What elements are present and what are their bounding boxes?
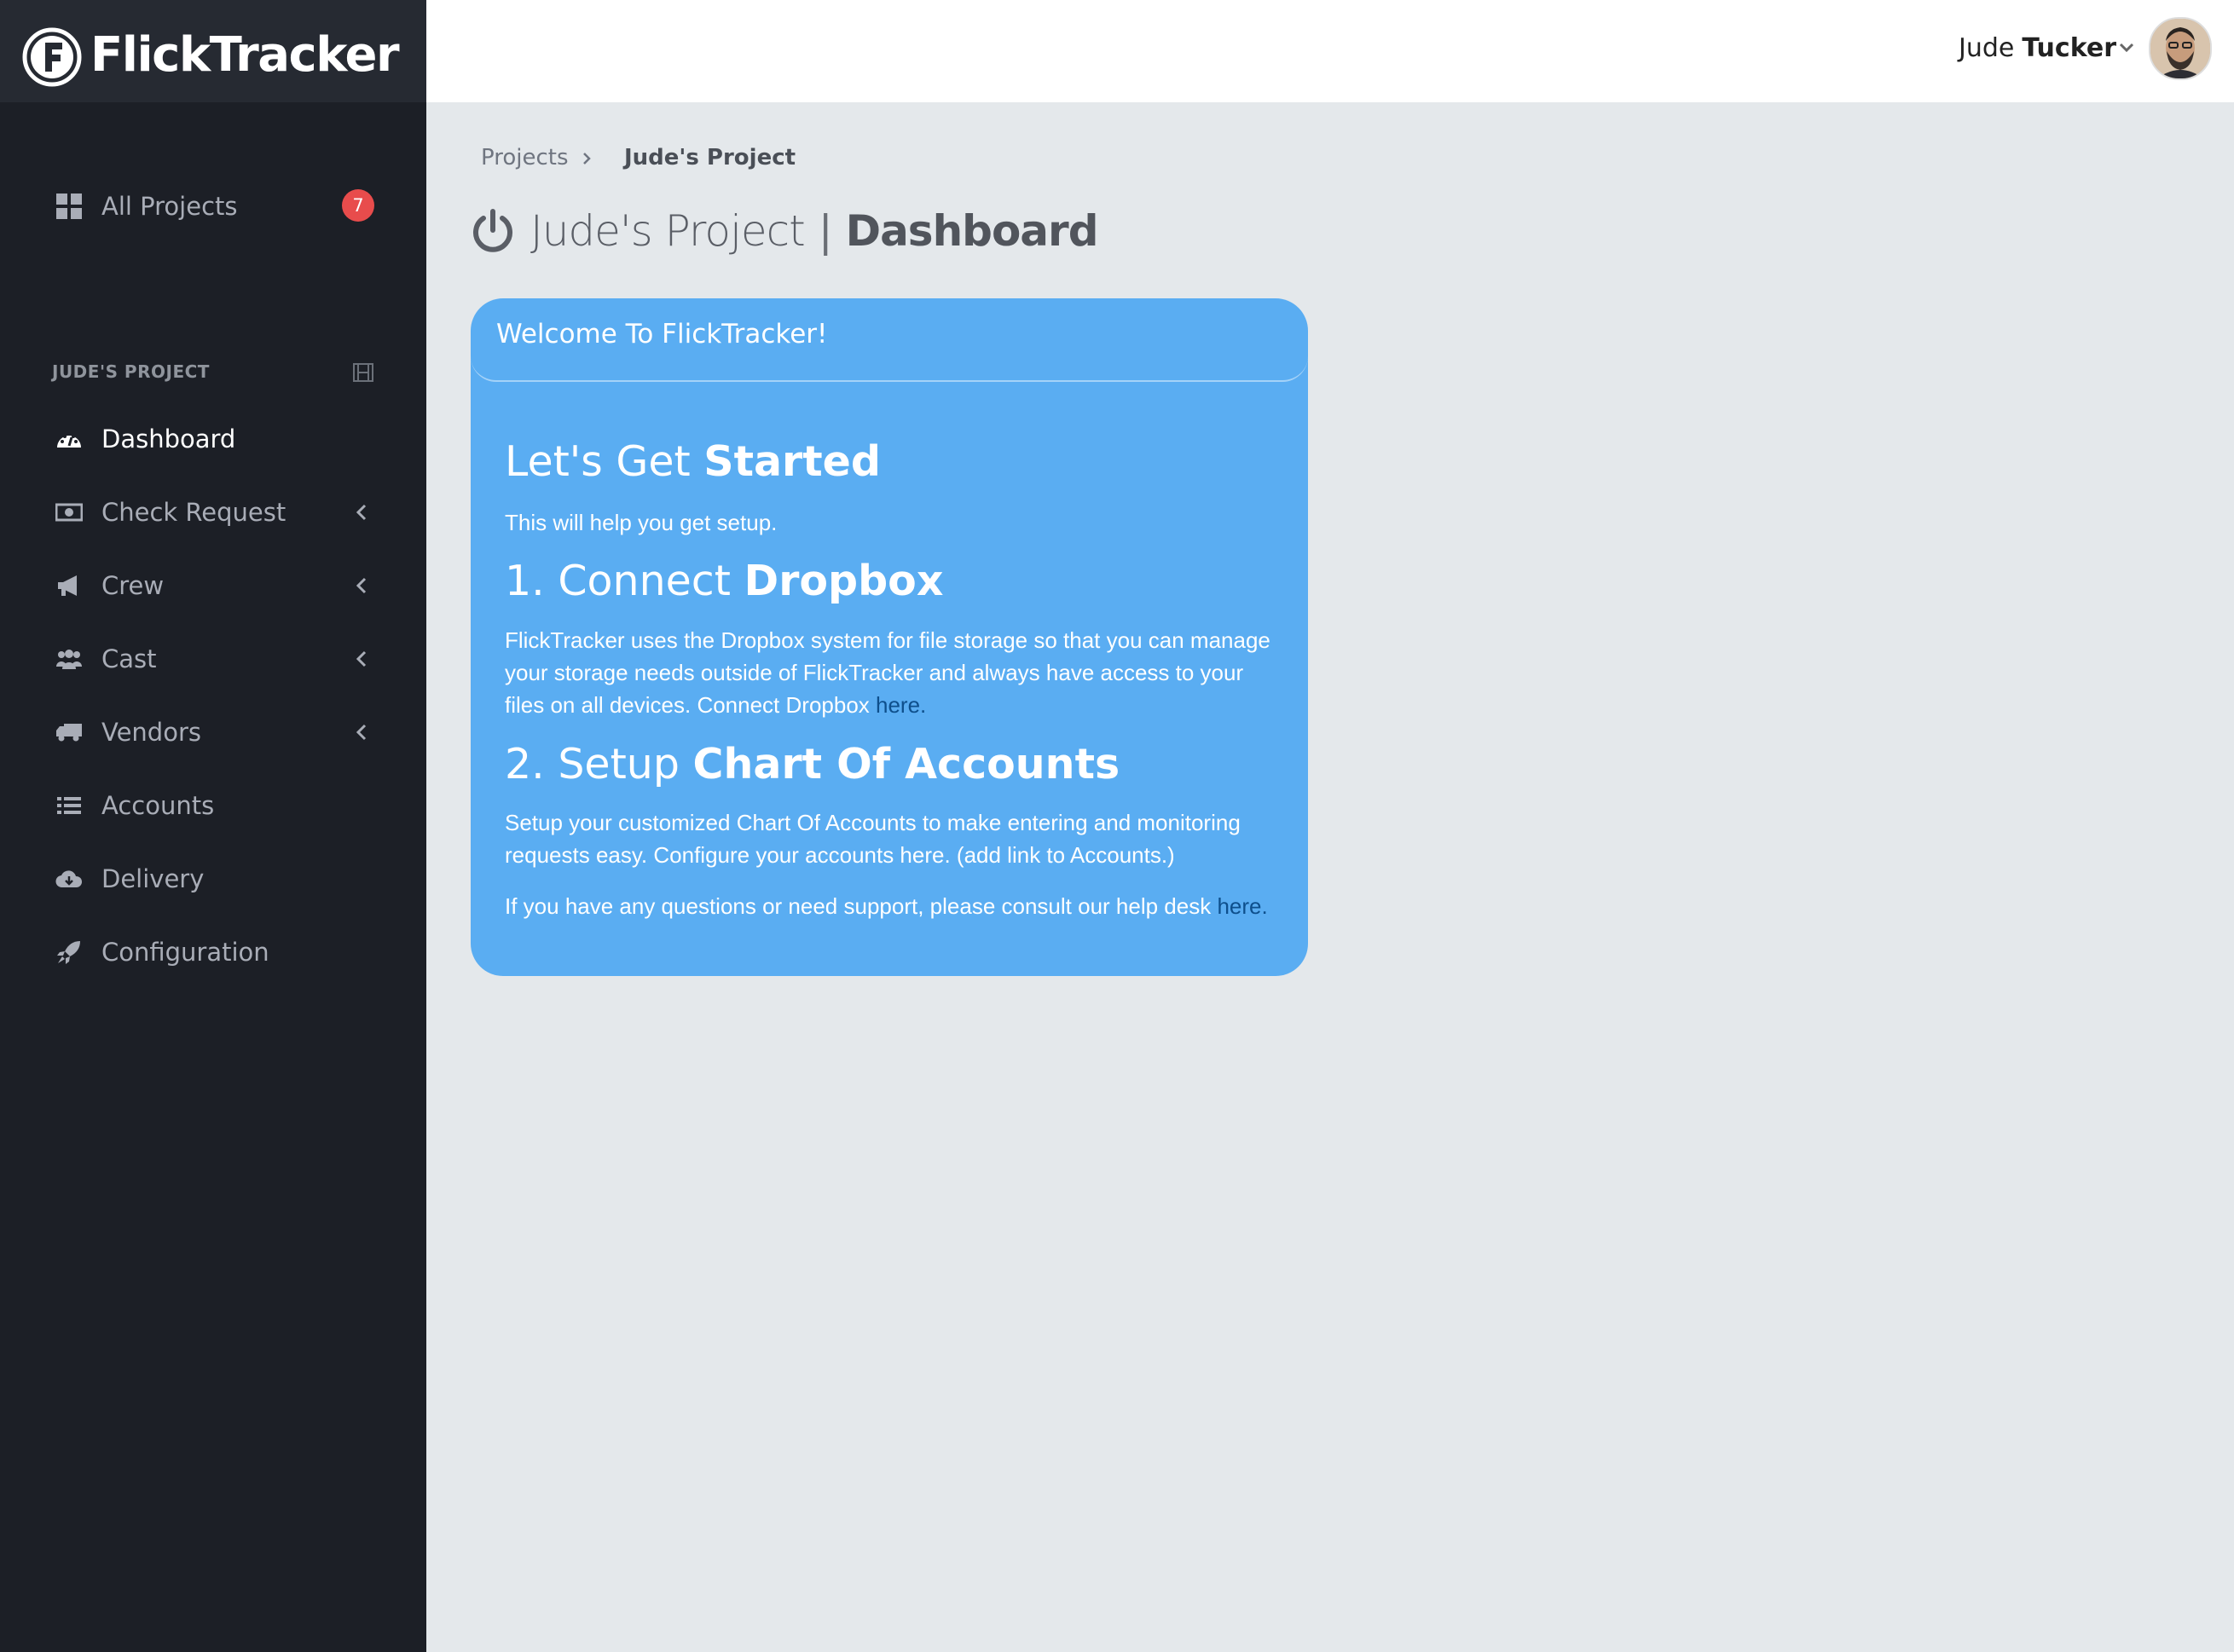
sidebar-item-delivery[interactable]: Delivery: [0, 849, 426, 909]
breadcrumb-projects-link[interactable]: Projects: [481, 145, 569, 170]
step2-heading: 2. Setup Chart Of Accounts: [505, 737, 1120, 792]
welcome-card: Welcome To FlickTracker! Let's Get Start…: [471, 298, 1308, 976]
users-icon: [55, 644, 84, 673]
sidebar-item-label: Crew: [101, 571, 165, 600]
step1-heading: 1. Connect Dropbox: [505, 554, 943, 609]
chevron-left-icon: [351, 500, 372, 525]
user-last-name: Tucker: [2022, 32, 2116, 63]
heading-bold-text: Started: [703, 437, 881, 486]
welcome-card-header: Welcome To FlickTracker!: [471, 298, 1308, 382]
sidebar-item-label: Cast: [101, 644, 157, 673]
user-menu[interactable]: Jude Tucker: [1959, 31, 2116, 65]
sidebar-section-title: JUDE'S PROJECT: [52, 361, 210, 382]
page-title-section: Dashboard: [845, 206, 1099, 256]
rocket-icon: [55, 938, 84, 967]
user-first-name: Jude: [1959, 32, 2015, 63]
avatar[interactable]: [2149, 17, 2212, 80]
step2-text: Setup your customized Chart Of Accounts …: [505, 810, 1241, 868]
connect-dropbox-link[interactable]: here.: [876, 692, 926, 718]
sidebar-item-label: Configuration: [101, 938, 269, 967]
sidebar-item-accounts[interactable]: Accounts: [0, 776, 426, 835]
dashboard-icon: [55, 425, 84, 453]
heading-bold-text: Dropbox: [744, 557, 944, 605]
sidebar-item-check-request[interactable]: Check Request: [0, 482, 426, 542]
heading-light-text: Let's Get: [505, 437, 691, 486]
breadcrumb-current: Jude's Project: [624, 145, 796, 170]
project-count-badge: 7: [342, 189, 374, 222]
film-icon[interactable]: [353, 363, 373, 382]
heading-light-text: 1. Connect: [505, 557, 731, 605]
chevron-left-icon: [351, 573, 372, 598]
heading-light-text: 2. Setup: [505, 740, 680, 788]
sidebar-item-configuration[interactable]: Configuration: [0, 922, 426, 982]
chevron-left-icon: [351, 719, 372, 745]
sidebar-item-label: Vendors: [101, 718, 201, 747]
chevron-right-icon: [583, 153, 591, 165]
heading-bold-text: Chart Of Accounts: [692, 740, 1120, 788]
getting-started-heading: Let's Get Started: [505, 435, 881, 489]
power-icon: [473, 209, 512, 252]
page-title-divider: |: [818, 206, 833, 256]
cloud-download-icon: [55, 864, 84, 893]
money-icon: [55, 498, 84, 527]
page-title-project: Jude's Project: [530, 206, 806, 256]
sidebar-item-label: All Projects: [101, 192, 238, 221]
list-icon: [55, 791, 84, 820]
sidebar-item-label: Dashboard: [101, 425, 236, 453]
sidebar-item-label: Check Request: [101, 498, 286, 527]
sidebar: FlickTracker All Projects 7 JUDE'S PROJE…: [0, 0, 426, 1652]
sidebar-item-label: Accounts: [101, 791, 215, 820]
sidebar-item-crew[interactable]: Crew: [0, 556, 426, 615]
help-desk-link[interactable]: here.: [1217, 893, 1267, 919]
welcome-card-title: Welcome To FlickTracker!: [496, 319, 828, 349]
intro-text: This will help you get setup.: [505, 510, 778, 535]
chevron-left-icon: [351, 646, 372, 672]
megaphone-icon: [55, 571, 84, 600]
truck-icon: [55, 718, 84, 747]
chevron-down-icon[interactable]: [2118, 41, 2135, 55]
page-title: Jude's Project | Dashboard: [530, 201, 1098, 261]
grid-icon: [55, 192, 84, 221]
flicktracker-logo-icon[interactable]: [22, 27, 82, 87]
sidebar-item-vendors[interactable]: Vendors: [0, 702, 426, 762]
brand-bar: FlickTracker: [0, 0, 426, 102]
brand-name[interactable]: FlickTracker: [90, 26, 400, 85]
sidebar-item-dashboard[interactable]: Dashboard: [0, 409, 426, 469]
sidebar-item-cast[interactable]: Cast: [0, 629, 426, 689]
sidebar-item-label: Delivery: [101, 864, 205, 893]
support-text: If you have any questions or need suppor…: [505, 890, 1272, 922]
step1-text: FlickTracker uses the Dropbox system for…: [505, 624, 1272, 721]
support-description: If you have any questions or need suppor…: [505, 893, 1212, 919]
